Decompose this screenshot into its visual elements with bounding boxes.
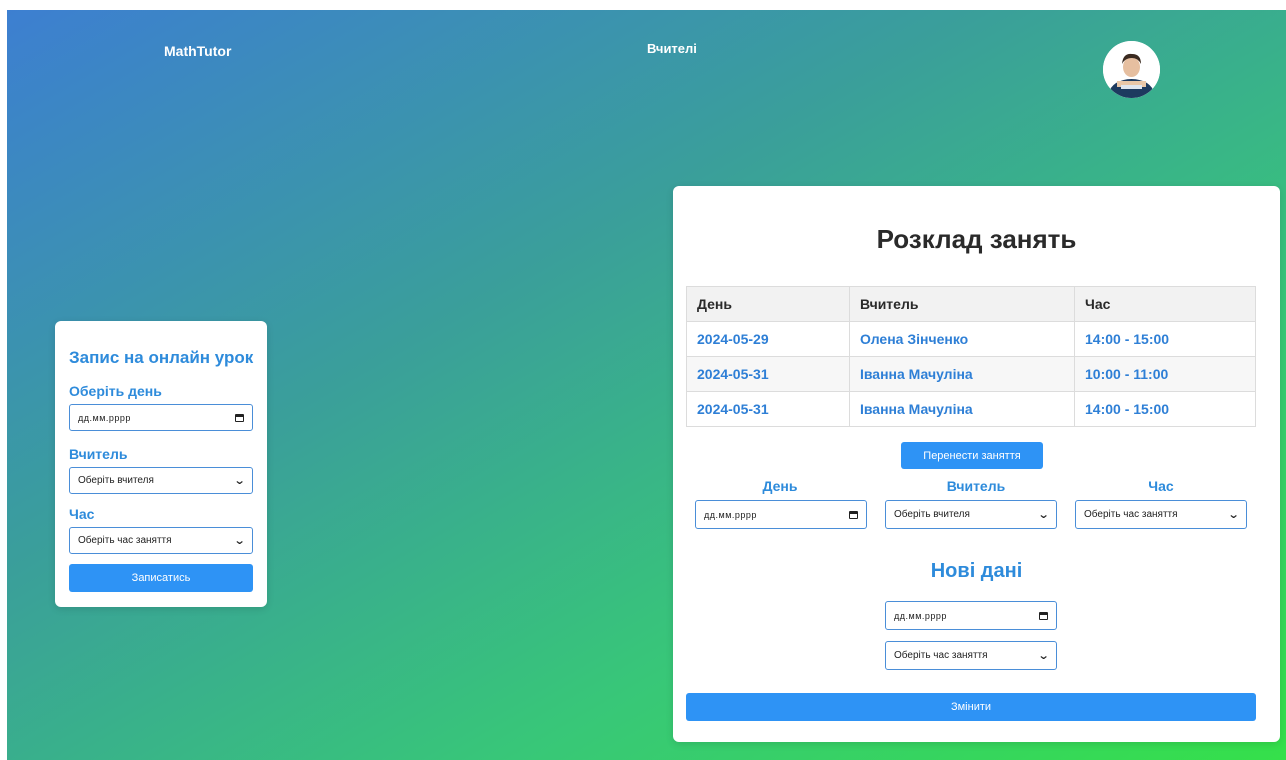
schedule-card: Розклад занять День Вчитель Час 2024-05-… (673, 186, 1280, 742)
avatar-image-icon (1103, 41, 1160, 98)
table-header-row: День Вчитель Час (686, 286, 1256, 322)
time-select-value: Оберіть час заняття (78, 535, 172, 546)
submit-booking-button[interactable]: Записатись (69, 564, 253, 592)
new-data-title: Нові дані (930, 560, 1023, 582)
teacher-label: Вчитель (69, 446, 128, 462)
calendar-icon[interactable] (1039, 611, 1048, 620)
cell-teacher: Іванна Мачуліна (849, 356, 1075, 392)
schedule-title: Розклад занять (876, 224, 1077, 254)
time-select-value: Оберіть час заняття (894, 650, 988, 661)
calendar-icon[interactable] (235, 413, 244, 422)
change-button[interactable]: Змінити (686, 693, 1256, 721)
cell-day: 2024-05-29 (686, 321, 850, 357)
time-select-value: Оберіть час заняття (1084, 509, 1178, 520)
reschedule-time-label: Час (1148, 478, 1174, 494)
booking-card: Запис на онлайн урок Оберіть день дд.мм.… (55, 321, 267, 607)
table-row[interactable]: 2024-05-31 Іванна Мачуліна 14:00 - 15:00 (686, 391, 1256, 427)
chevron-down-icon: ⌄ (233, 475, 246, 487)
new-date-input[interactable]: дд.мм.рррр (885, 601, 1057, 630)
schedule-table: День Вчитель Час 2024-05-29 Олена Зінчен… (686, 286, 1256, 427)
cell-day: 2024-05-31 (686, 391, 850, 427)
column-header-day: День (686, 286, 850, 322)
column-header-teacher: Вчитель (849, 286, 1075, 322)
chevron-down-icon: ⌄ (1037, 650, 1050, 662)
reschedule-date-input[interactable]: дд.мм.рррр (695, 500, 867, 529)
booking-title: Запис на онлайн урок (69, 348, 254, 367)
booking-teacher-select[interactable]: Оберіть вчителя ⌄ (69, 467, 253, 494)
chevron-down-icon: ⌄ (1227, 509, 1240, 521)
cell-time: 14:00 - 15:00 (1074, 321, 1256, 357)
reschedule-button[interactable]: Перенести заняття (901, 442, 1043, 469)
cell-time: 10:00 - 11:00 (1074, 356, 1256, 392)
cell-day: 2024-05-31 (686, 356, 850, 392)
date-placeholder: дд.мм.рррр (894, 610, 947, 621)
teacher-select-value: Оберіть вчителя (78, 475, 154, 486)
teacher-select-value: Оберіть вчителя (894, 509, 970, 520)
cell-time: 14:00 - 15:00 (1074, 391, 1256, 427)
date-placeholder: дд.мм.рррр (704, 509, 757, 520)
user-avatar[interactable] (1103, 41, 1160, 98)
table-row[interactable]: 2024-05-31 Іванна Мачуліна 10:00 - 11:00 (686, 356, 1256, 392)
calendar-icon[interactable] (849, 510, 858, 519)
booking-time-select[interactable]: Оберіть час заняття ⌄ (69, 527, 253, 554)
brand-logo[interactable]: MathTutor (164, 43, 231, 59)
table-row[interactable]: 2024-05-29 Олена Зінченко 14:00 - 15:00 (686, 321, 1256, 357)
booking-date-input[interactable]: дд.мм.рррр (69, 404, 253, 431)
cell-teacher: Олена Зінченко (849, 321, 1075, 357)
reschedule-teacher-select[interactable]: Оберіть вчителя ⌄ (885, 500, 1057, 529)
time-label: Час (69, 506, 95, 522)
chevron-down-icon: ⌄ (1037, 509, 1050, 521)
reschedule-day-label: День (762, 478, 798, 494)
date-placeholder: дд.мм.рррр (78, 412, 131, 423)
cell-teacher: Іванна Мачуліна (849, 391, 1075, 427)
reschedule-teacher-label: Вчитель (946, 478, 1006, 494)
column-header-time: Час (1074, 286, 1256, 322)
day-label: Оберіть день (69, 383, 162, 399)
chevron-down-icon: ⌄ (233, 535, 246, 547)
nav-link-teachers[interactable]: Вчителі (647, 41, 697, 56)
new-time-select[interactable]: Оберіть час заняття ⌄ (885, 641, 1057, 670)
page-background: MathTutor Вчителі Запис на онлайн урок О… (7, 10, 1286, 760)
reschedule-time-select[interactable]: Оберіть час заняття ⌄ (1075, 500, 1247, 529)
